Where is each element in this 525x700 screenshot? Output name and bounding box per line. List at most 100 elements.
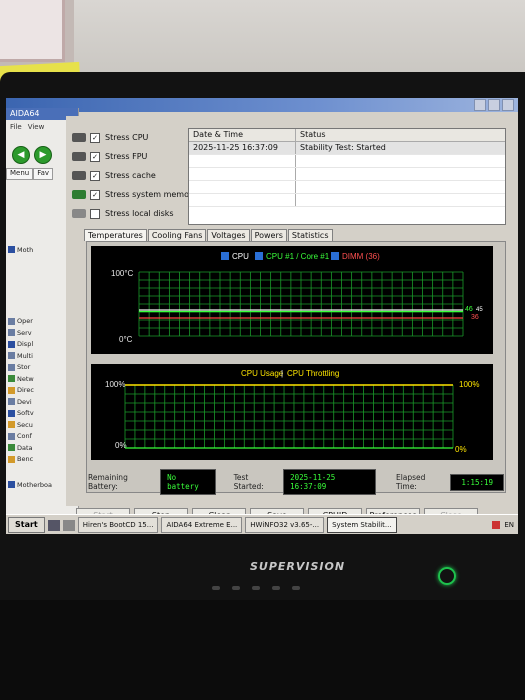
checkbox-icon[interactable]: [255, 252, 263, 260]
temperature-grid: [138, 271, 464, 337]
start-menu-button[interactable]: Start: [8, 517, 45, 533]
column-date[interactable]: Date & Time: [189, 129, 296, 141]
menu-view[interactable]: View: [28, 123, 45, 131]
log-row[interactable]: 2025-11-25 16:37:09 Stability Test: Star…: [189, 142, 505, 155]
graph-tabs: Temperatures Cooling Fans Voltages Power…: [84, 229, 334, 241]
monitor-button[interactable]: [212, 586, 220, 590]
stress-fpu-option[interactable]: ✓ Stress FPU: [72, 147, 197, 166]
checkbox-icon[interactable]: [221, 252, 229, 260]
monitor-button[interactable]: [252, 586, 260, 590]
stress-cache-option[interactable]: ✓ Stress cache: [72, 166, 197, 185]
elapsed-time-label: Elapsed Time:: [395, 473, 426, 491]
test-started-label: Test Started:: [233, 473, 264, 491]
directx-icon: [8, 386, 15, 394]
multimedia-icon: [8, 352, 15, 360]
checkbox-icon[interactable]: ✓: [90, 151, 100, 162]
temp-value-core1: 45: [476, 307, 483, 313]
explorer-icon[interactable]: [62, 519, 75, 531]
language-indicator[interactable]: EN: [504, 521, 514, 529]
cpu-throttling-title: CPU Throttling: [287, 369, 339, 378]
devices-icon: [8, 398, 15, 406]
picture-frame: [0, 0, 74, 70]
column-status[interactable]: Status: [296, 129, 326, 141]
task-stability[interactable]: System Stabilit...: [327, 517, 397, 533]
system-tray: EN: [492, 521, 518, 529]
minimize-icon[interactable]: [474, 99, 486, 111]
usage-axis-top-right: 100%: [459, 380, 479, 389]
monitor-button[interactable]: [292, 586, 300, 590]
checkbox-icon[interactable]: ✓: [90, 189, 100, 200]
checkbox-icon[interactable]: ✓: [90, 170, 100, 181]
temp-value-dimm: 36: [471, 314, 479, 321]
test-started-value: 2025-11-25 16:37:09: [283, 469, 376, 495]
checkbox-icon[interactable]: [90, 208, 100, 219]
stress-cpu-option[interactable]: ✓ Stress CPU: [72, 128, 197, 147]
monitor-screen: AIDA64 File View ◀ ▶ Menu Fav Moth Oper …: [6, 98, 518, 534]
usage-grid: [124, 384, 454, 449]
usage-axis-bottom-left: 0%: [115, 441, 127, 450]
cache-icon: [72, 171, 86, 180]
checkbox-icon[interactable]: ✓: [90, 132, 100, 143]
window-titlebar: [6, 98, 518, 112]
window-controls: [474, 99, 514, 111]
display-icon: [8, 340, 15, 348]
config-icon: [8, 432, 15, 440]
monitor-button[interactable]: [272, 586, 280, 590]
log-header: Date & Time Status: [189, 129, 505, 142]
tab-menu[interactable]: Menu: [6, 168, 34, 180]
menu-file[interactable]: File: [10, 123, 22, 131]
cmd-icon[interactable]: [47, 519, 60, 531]
legend-dimm: DIMM (36): [342, 252, 380, 261]
usage-title-separator: |: [281, 369, 283, 378]
legend-core1: CPU #1 / Core #1: [266, 252, 330, 261]
legend-cpu: CPU: [232, 252, 249, 261]
motherboard-icon: [8, 246, 15, 254]
usage-axis-top-left: 100%: [105, 380, 125, 389]
close-icon[interactable]: [502, 99, 514, 111]
monitor-buttons: [212, 586, 300, 590]
task-hirens[interactable]: Hiren's BootCD 15...: [77, 517, 159, 533]
back-icon[interactable]: ◀: [12, 146, 30, 164]
stability-test-window: ✓ Stress CPU ✓ Stress FPU ✓ Stress cache ✓ S…: [66, 116, 516, 524]
temp-axis-top: 100°C: [111, 269, 134, 278]
server-icon: [8, 329, 15, 337]
memory-icon: [72, 190, 86, 199]
monitor-button[interactable]: [232, 586, 240, 590]
checkbox-icon[interactable]: [331, 252, 339, 260]
cpu-usage-graph: CPU Usage | CPU Throttling 100% 0% 100% …: [91, 364, 493, 460]
task-hwinfo[interactable]: HWiNFO32 v3.65-...: [245, 517, 325, 533]
power-led-icon[interactable]: [438, 567, 456, 585]
security-icon: [8, 421, 15, 429]
elapsed-time-value: 1:15:19: [450, 473, 505, 491]
cpu-icon: [72, 133, 86, 142]
taskbar: Start Hiren's BootCD 15... AIDA64 Extrem…: [6, 514, 518, 534]
tab-powers[interactable]: Powers: [250, 229, 287, 241]
stress-disks-option[interactable]: Stress local disks: [72, 204, 197, 223]
tray-icon[interactable]: [492, 521, 501, 529]
status-bar: Remaining Battery: No battery Test Start…: [86, 469, 505, 495]
forward-icon[interactable]: ▶: [34, 146, 52, 164]
benchmark-icon: [8, 455, 15, 463]
temperature-graph: CPU CPU #1 / Core #1 DIMM (36) 100°C 0°C…: [91, 246, 493, 354]
usage-axis-bottom-right: 0%: [455, 445, 467, 454]
tab-voltages[interactable]: Voltages: [207, 229, 250, 241]
graph-panel: CPU CPU #1 / Core #1 DIMM (36) 100°C 0°C…: [86, 241, 506, 493]
network-icon: [8, 375, 15, 383]
event-log: Date & Time Status 2025-11-25 16:37:09 S…: [188, 128, 506, 225]
stress-options: ✓ Stress CPU ✓ Stress FPU ✓ Stress cache ✓ S…: [72, 128, 197, 223]
tab-statistics[interactable]: Statistics: [287, 229, 333, 241]
os-icon: [8, 317, 15, 325]
stress-memory-option[interactable]: ✓ Stress system memory: [72, 185, 197, 204]
task-aida64[interactable]: AIDA64 Extreme E...: [161, 517, 243, 533]
temp-axis-bottom: 0°C: [119, 335, 133, 344]
database-icon: [8, 444, 15, 452]
monitor-brand-logo: SUPERVISION: [250, 560, 346, 573]
tab-temperatures[interactable]: Temperatures: [84, 229, 147, 241]
monitor-base: [0, 600, 525, 700]
tab-favorites[interactable]: Fav: [33, 168, 54, 180]
temp-value-cpu: 46: [465, 306, 473, 313]
tab-cooling-fans[interactable]: Cooling Fans: [147, 229, 207, 241]
maximize-icon[interactable]: [488, 99, 500, 111]
disk-icon: [72, 209, 86, 218]
battery-label: Remaining Battery:: [88, 473, 128, 491]
